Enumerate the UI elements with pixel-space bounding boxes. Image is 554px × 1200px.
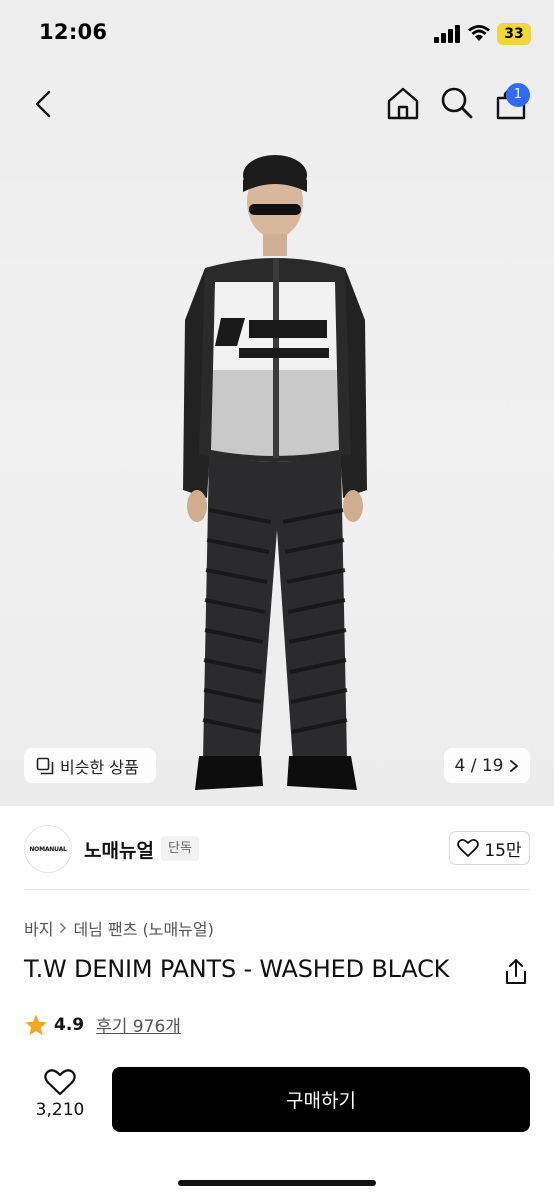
- chevron-left-icon: [35, 90, 51, 118]
- chevron-right-icon: [510, 759, 519, 772]
- wishlist-button[interactable]: 3,210: [24, 1068, 96, 1130]
- star-icon: [25, 1014, 47, 1035]
- cart-count-badge: 1: [506, 83, 530, 107]
- buy-button-label: 구매하기: [286, 1090, 356, 1112]
- reviews-link[interactable]: 후기 976개: [96, 1012, 181, 1037]
- brand-like-button[interactable]: 15만: [449, 831, 530, 865]
- home-button[interactable]: [384, 84, 422, 122]
- rating-score: 4.9: [54, 1014, 85, 1035]
- search-button[interactable]: [438, 84, 476, 122]
- image-pager-button[interactable]: 4 / 19: [444, 748, 530, 783]
- home-indicator[interactable]: [178, 1180, 376, 1186]
- breadcrumb: 바지 데님 팬츠 (노매뉴얼): [24, 916, 214, 940]
- status-bar: 12:06 33: [0, 0, 554, 64]
- heart-icon: [44, 1069, 76, 1096]
- brand-like-count: 15만: [484, 840, 522, 861]
- brand-logo[interactable]: NOMANUAL: [24, 825, 72, 873]
- similar-products-label: 비슷한 상품: [60, 757, 139, 777]
- chevron-right-icon: [60, 922, 67, 934]
- wishlist-count: 3,210: [35, 1100, 85, 1120]
- image-pager-label: 4 / 19: [454, 755, 504, 776]
- search-icon: [441, 87, 473, 119]
- battery-icon: 33: [497, 23, 531, 45]
- share-icon: [506, 959, 526, 984]
- brand-logo-text: NOMANUAL: [29, 845, 67, 853]
- similar-items-icon: [36, 757, 54, 774]
- product-title: T.W DENIM PANTS - WASHED BLACK: [24, 955, 450, 983]
- buy-button[interactable]: 구매하기: [112, 1067, 530, 1132]
- breadcrumb-subcategory[interactable]: 데님 팬츠 (노매뉴얼): [73, 916, 213, 940]
- cellular-signal-icon: [434, 25, 460, 43]
- similar-products-button[interactable]: 비슷한 상품: [24, 748, 156, 783]
- section-divider: [24, 889, 530, 890]
- status-time: 12:06: [39, 20, 108, 44]
- share-button[interactable]: [502, 957, 530, 987]
- product-photo: [183, 155, 367, 790]
- breadcrumb-category[interactable]: 바지: [24, 916, 53, 940]
- home-icon: [387, 87, 419, 120]
- brand-name[interactable]: 노매뉴얼: [84, 836, 154, 863]
- wifi-icon: [468, 25, 490, 41]
- heart-icon: [457, 838, 480, 857]
- exclusive-badge: 단독: [161, 836, 199, 861]
- back-button[interactable]: [26, 86, 60, 122]
- product-rating: 4.9 후기 976개: [24, 1012, 181, 1037]
